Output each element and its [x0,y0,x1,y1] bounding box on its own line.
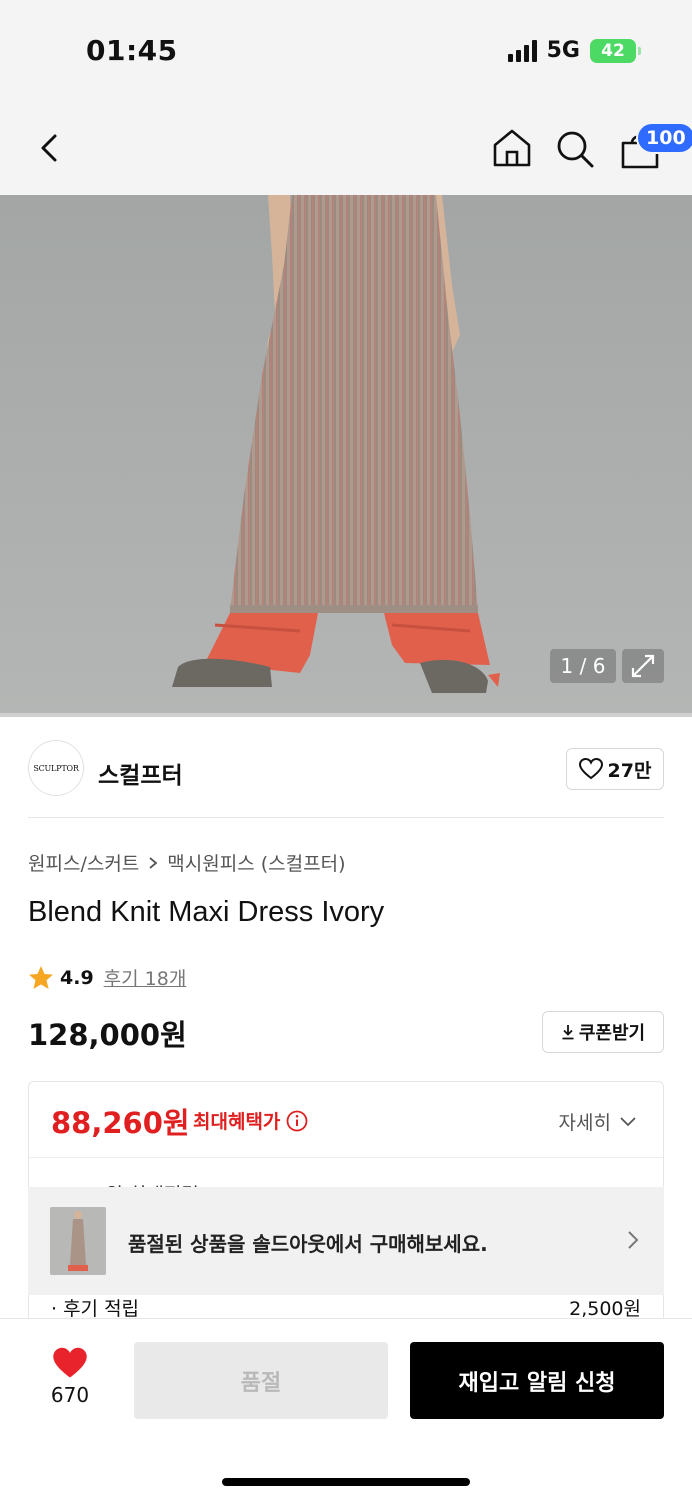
restock-alert-button[interactable]: 재입고 알림 신청 [410,1342,664,1419]
brand-name[interactable]: 스컬프터 [98,756,183,790]
cart-badge: 100 [636,122,692,154]
review-points-row: · 후기 적립 2,500원 [51,1294,641,1321]
chevron-left-icon[interactable] [30,128,70,168]
benefit-detail-label: 자세히 [558,1112,611,1134]
battery-level: 42 [601,40,625,61]
product-title: Blend Knit Maxi Dress Ivory [28,896,385,928]
banner-thumbnail [50,1207,106,1275]
brand-row: SCULPTOR 스컬프터 27만 [28,718,664,818]
status-time: 01:45 [86,34,178,67]
bottom-action-bar: 670 품절 재입고 알림 신청 [0,1318,692,1500]
search-icon[interactable] [554,128,596,170]
home-icon[interactable] [490,126,534,170]
max-benefit-label: 최대혜택가 [193,1107,308,1134]
chevron-right-icon [628,1231,639,1249]
product-photo [0,195,692,717]
chevron-down-icon [620,1116,636,1126]
breadcrumb-subcategory[interactable]: 맥시원피스 (스컬프터) [167,849,345,876]
download-icon [562,1025,574,1040]
wishlist-count: 670 [50,1383,90,1407]
max-benefit-price: 88,260원 [51,1106,190,1140]
expand-icon[interactable] [622,649,664,683]
chevron-right-icon [149,856,158,869]
info-icon[interactable] [286,1110,308,1132]
max-benefit-label-text: 최대혜택가 [193,1111,281,1133]
soldout-banner-text: 품절된 상품을 솔드아웃에서 구매해보세요. [128,1232,488,1256]
breadcrumb: 원피스/스커트 맥시원피스 (스컬프터) [28,849,345,876]
status-indicators: 5G 42 [507,38,641,63]
benefit-detail-toggle[interactable]: 자세히 [559,1108,637,1135]
image-counter: 1 / 6 [550,649,616,683]
rating-row: 4.9 후기 18개 [28,964,186,991]
star-icon [29,965,53,989]
wishlist-button[interactable]: 670 [40,1347,100,1407]
brand-logo-text: SCULPTOR [33,763,79,773]
soldout-marketplace-banner[interactable]: 품절된 상품을 솔드아웃에서 구매해보세요. [28,1187,664,1295]
rating-value: 4.9 [60,966,94,989]
heart-outline-icon [578,758,603,780]
breadcrumb-category[interactable]: 원피스/스커트 [28,849,139,876]
product-price: 128,000원 [28,1018,187,1052]
benefit-header[interactable]: 88,260원 최대혜택가 자세히 [29,1082,663,1158]
status-bar: 01:45 5G 42 [0,0,692,100]
battery-icon: 42 [590,38,641,63]
network-label: 5G [546,38,580,63]
top-nav-bar: 100 [0,100,692,195]
brand-like-count: 27만 [607,759,652,782]
signal-icon [507,39,537,62]
brand-logo[interactable]: SCULPTOR [28,740,84,796]
review-points-label: · 후기 적립 [51,1298,140,1320]
coupon-label: 쿠폰받기 [578,1023,646,1044]
review-link[interactable]: 후기 18개 [104,964,187,991]
heart-filled-icon [53,1347,87,1378]
brand-like-button[interactable]: 27만 [566,748,664,790]
review-points-value: 2,500원 [569,1298,641,1320]
product-image-gallery[interactable]: 1 / 6 [0,195,692,717]
home-indicator [222,1478,470,1486]
coupon-button[interactable]: 쿠폰받기 [542,1011,664,1053]
soldout-button: 품절 [134,1342,388,1419]
